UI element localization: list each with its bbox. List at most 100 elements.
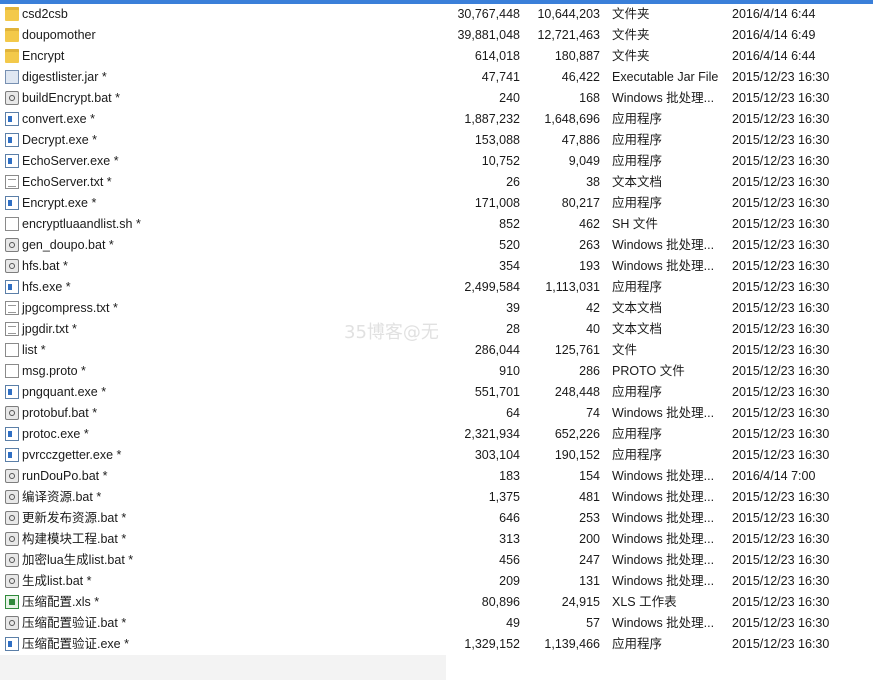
file-row[interactable]: csd2csb 30,767,448 10,644,203 文件夹 2016/4… <box>0 4 873 25</box>
file-row[interactable]: protobuf.bat * 64 74 Windows 批处理... 2015… <box>0 403 873 424</box>
file-size: 520 <box>499 238 520 252</box>
file-row[interactable]: 更新发布资源.bat * 646 253 Windows 批处理... 2015… <box>0 508 873 529</box>
file-name: runDouPo.bat * <box>22 469 108 483</box>
exe-file-icon <box>5 133 19 147</box>
file-packed-size: 1,113,031 <box>545 280 600 294</box>
file-name: encryptluaandlist.sh * <box>22 217 141 231</box>
file-size: 614,018 <box>474 49 520 63</box>
file-row[interactable]: pvrcczgetter.exe * 303,104 190,152 应用程序 … <box>0 445 873 466</box>
file-type: Windows 批处理... <box>612 490 715 504</box>
file-row[interactable]: 压缩配置.xls * 80,896 24,915 XLS 工作表 2015/12… <box>0 592 873 613</box>
file-type: Windows 批处理... <box>612 406 715 420</box>
file-row[interactable]: hfs.exe * 2,499,584 1,113,031 应用程序 2015/… <box>0 277 873 298</box>
file-row[interactable]: 编译资源.bat * 1,375 481 Windows 批处理... 2015… <box>0 487 873 508</box>
file-modified-date: 2015/12/23 16:30 <box>732 595 830 609</box>
file-packed-size: 47,886 <box>561 133 600 147</box>
file-modified-date: 2015/12/23 16:30 <box>732 637 830 651</box>
file-row[interactable]: encryptluaandlist.sh * 852 462 SH 文件 201… <box>0 214 873 235</box>
file-row[interactable]: EchoServer.exe * 10,752 9,049 应用程序 2015/… <box>0 151 873 172</box>
file-packed-size: 193 <box>579 259 600 273</box>
file-packed-size: 168 <box>579 91 600 105</box>
file-list: csd2csb 30,767,448 10,644,203 文件夹 2016/4… <box>0 4 873 655</box>
file-modified-date: 2015/12/23 16:30 <box>732 154 830 168</box>
file-row[interactable]: convert.exe * 1,887,232 1,648,696 应用程序 2… <box>0 109 873 130</box>
file-packed-size: 131 <box>579 574 600 588</box>
file-modified-date: 2015/12/23 16:30 <box>732 112 830 126</box>
file-type: SH 文件 <box>612 217 658 231</box>
file-size: 852 <box>499 217 520 231</box>
file-type: 文件夹 <box>612 7 650 21</box>
file-name: pngquant.exe * <box>22 385 107 399</box>
file-row[interactable]: 加密lua生成list.bat * 456 247 Windows 批处理...… <box>0 550 873 571</box>
file-modified-date: 2016/4/14 6:49 <box>732 28 816 42</box>
file-modified-date: 2015/12/23 16:30 <box>732 70 830 84</box>
file-type: 应用程序 <box>612 133 663 147</box>
file-name: jpgcompress.txt * <box>22 301 118 315</box>
file-modified-date: 2015/12/23 16:30 <box>732 175 830 189</box>
file-packed-size: 652,226 <box>554 427 600 441</box>
file-type: Windows 批处理... <box>612 511 715 525</box>
file-packed-size: 253 <box>579 511 600 525</box>
file-row[interactable]: Encrypt.exe * 171,008 80,217 应用程序 2015/1… <box>0 193 873 214</box>
file-size: 26 <box>506 175 520 189</box>
file-row[interactable]: digestlister.jar * 47,741 46,422 Executa… <box>0 67 873 88</box>
file-modified-date: 2015/12/23 16:30 <box>732 196 830 210</box>
exe-file-icon <box>5 280 19 294</box>
file-row[interactable]: jpgdir.txt * 28 40 文本文档 2015/12/23 16:30 <box>0 319 873 340</box>
file-packed-size: 462 <box>579 217 600 231</box>
file-modified-date: 2015/12/23 16:30 <box>732 238 830 252</box>
file-type: 应用程序 <box>612 448 663 462</box>
file-modified-date: 2015/12/23 16:30 <box>732 364 830 378</box>
file-row[interactable]: jpgcompress.txt * 39 42 文本文档 2015/12/23 … <box>0 298 873 319</box>
batch-file-icon <box>5 490 19 504</box>
batch-file-icon <box>5 532 19 546</box>
file-row[interactable]: 压缩配置验证.exe * 1,329,152 1,139,466 应用程序 20… <box>0 634 873 655</box>
file-size: 1,887,232 <box>464 112 520 126</box>
file-row[interactable]: list * 286,044 125,761 文件 2015/12/23 16:… <box>0 340 873 361</box>
file-row[interactable]: 生成list.bat * 209 131 Windows 批处理... 2015… <box>0 571 873 592</box>
file-row[interactable]: gen_doupo.bat * 520 263 Windows 批处理... 2… <box>0 235 873 256</box>
file-name: pvrcczgetter.exe * <box>22 448 122 462</box>
exe-file-icon <box>5 448 19 462</box>
file-row[interactable]: EchoServer.txt * 26 38 文本文档 2015/12/23 1… <box>0 172 873 193</box>
file-row[interactable]: buildEncrypt.bat * 240 168 Windows 批处理..… <box>0 88 873 109</box>
file-row[interactable]: hfs.bat * 354 193 Windows 批处理... 2015/12… <box>0 256 873 277</box>
batch-file-icon <box>5 406 19 420</box>
batch-file-icon <box>5 511 19 525</box>
file-row[interactable]: msg.proto * 910 286 PROTO 文件 2015/12/23 … <box>0 361 873 382</box>
file-row[interactable]: 构建模块工程.bat * 313 200 Windows 批处理... 2015… <box>0 529 873 550</box>
text-file-icon <box>5 175 19 189</box>
file-modified-date: 2015/12/23 16:30 <box>732 532 830 546</box>
file-size: 39 <box>506 301 520 315</box>
exe-file-icon <box>5 154 19 168</box>
file-name: doupomother <box>22 28 96 42</box>
file-row[interactable]: 压缩配置验证.bat * 49 57 Windows 批处理... 2015/1… <box>0 613 873 634</box>
batch-file-icon <box>5 469 19 483</box>
file-name: 压缩配置.xls * <box>22 595 100 609</box>
file-packed-size: 46,422 <box>561 70 600 84</box>
file-row[interactable]: pngquant.exe * 551,701 248,448 应用程序 2015… <box>0 382 873 403</box>
file-size: 28 <box>506 322 520 336</box>
file-name: 压缩配置验证.bat * <box>22 616 127 630</box>
file-modified-date: 2015/12/23 16:30 <box>732 301 830 315</box>
file-row[interactable]: doupomother 39,881,048 12,721,463 文件夹 20… <box>0 25 873 46</box>
file-size: 240 <box>499 91 520 105</box>
batch-file-icon <box>5 616 19 630</box>
file-name: 更新发布资源.bat * <box>22 511 127 525</box>
file-modified-date: 2015/12/23 16:30 <box>732 427 830 441</box>
file-size: 39,881,048 <box>457 28 520 42</box>
file-name: csd2csb <box>22 7 68 21</box>
file-type: 文件夹 <box>612 28 650 42</box>
file-type: Windows 批处理... <box>612 532 715 546</box>
file-row[interactable]: Encrypt 614,018 180,887 文件夹 2016/4/14 6:… <box>0 46 873 67</box>
file-row[interactable]: Decrypt.exe * 153,088 47,886 应用程序 2015/1… <box>0 130 873 151</box>
file-row[interactable]: protoc.exe * 2,321,934 652,226 应用程序 2015… <box>0 424 873 445</box>
file-type: PROTO 文件 <box>612 364 685 378</box>
file-packed-size: 286 <box>579 364 600 378</box>
file-size: 551,701 <box>474 385 520 399</box>
file-modified-date: 2015/12/23 16:30 <box>732 511 830 525</box>
file-packed-size: 1,139,466 <box>544 637 600 651</box>
file-packed-size: 74 <box>586 406 600 420</box>
jar-file-icon <box>5 70 19 84</box>
file-row[interactable]: runDouPo.bat * 183 154 Windows 批处理... 20… <box>0 466 873 487</box>
